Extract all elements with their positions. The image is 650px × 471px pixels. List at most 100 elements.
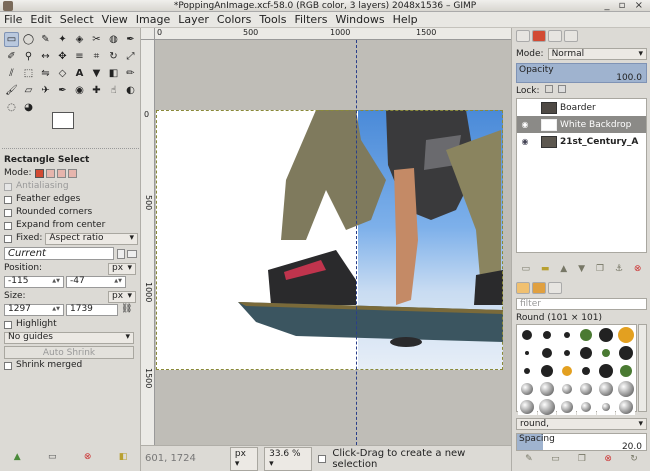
smudge-icon[interactable]: ☝ xyxy=(106,83,121,98)
menu-filters[interactable]: Filters xyxy=(290,12,331,27)
brush-swatch[interactable] xyxy=(616,362,635,379)
rounded-option[interactable]: Rounded corners xyxy=(4,206,138,219)
expand-option[interactable]: Expand from center xyxy=(4,219,138,232)
layer-row-selected[interactable]: ◉ White Backdrop xyxy=(517,116,646,133)
spin-arrows-icon[interactable]: ▲▼ xyxy=(52,303,60,316)
brush-swatch[interactable] xyxy=(576,362,596,379)
anchor-layer-icon[interactable]: ⚓ xyxy=(615,264,623,274)
move-icon[interactable]: ✥ xyxy=(55,49,70,64)
menu-file[interactable]: File xyxy=(0,12,26,27)
menu-windows[interactable]: Windows xyxy=(331,12,388,27)
layer-mode-dropdown[interactable]: Normal ▾ xyxy=(547,48,647,60)
scale-icon[interactable]: ⤢ xyxy=(123,49,138,64)
lower-layer-icon[interactable]: ▼ xyxy=(578,264,585,274)
brush-swatch[interactable] xyxy=(537,344,557,361)
brush-swatch[interactable] xyxy=(557,326,576,343)
tab-channels-icon[interactable] xyxy=(548,30,562,42)
brush-swatch[interactable] xyxy=(616,326,635,343)
highlight-checkbox[interactable] xyxy=(4,320,12,329)
opacity-slider[interactable]: Opacity 100.0 xyxy=(516,63,647,83)
rounded-checkbox[interactable] xyxy=(4,208,12,217)
menu-layer[interactable]: Layer xyxy=(174,12,213,27)
vertical-ruler[interactable]: 0 500 1000 1500 xyxy=(141,40,155,445)
brush-swatch[interactable] xyxy=(616,398,635,415)
delete-options-icon[interactable]: ⊗ xyxy=(84,452,92,466)
zoom-dropdown[interactable]: 33.6 % ▾ xyxy=(264,446,313,471)
foreground-select-icon[interactable]: ◍ xyxy=(106,32,121,47)
size-unit-dropdown[interactable]: px ▾ xyxy=(108,290,136,303)
brush-scrollbar[interactable] xyxy=(638,324,647,412)
cage-icon[interactable]: ◇ xyxy=(55,66,70,81)
menu-edit[interactable]: Edit xyxy=(26,12,55,27)
fixed-dropdown[interactable]: Aspect ratio ▾ xyxy=(45,232,138,245)
paintbrush-icon[interactable]: 🖌 xyxy=(4,83,19,98)
paths-icon[interactable]: ✒ xyxy=(123,32,138,47)
brush-swatch[interactable] xyxy=(537,326,557,343)
visibility-eye-icon[interactable]: ◉ xyxy=(517,120,533,129)
brush-swatch[interactable] xyxy=(537,398,557,415)
ink-icon[interactable]: ✒ xyxy=(55,83,70,98)
auto-shrink-button[interactable]: Auto Shrink xyxy=(4,346,134,359)
crop-icon[interactable]: ⌗ xyxy=(89,49,104,64)
tab-brushes-icon[interactable] xyxy=(516,282,530,294)
new-layer-icon[interactable]: ▭ xyxy=(521,264,530,274)
highlight-option[interactable]: Highlight xyxy=(4,318,138,331)
selection-marquee[interactable] xyxy=(156,110,503,370)
mode-add-icon[interactable] xyxy=(45,169,55,178)
brush-swatch[interactable] xyxy=(518,380,537,397)
position-unit-dropdown[interactable]: px ▾ xyxy=(108,262,136,275)
restore-options-icon[interactable]: ▭ xyxy=(48,452,57,466)
feather-checkbox[interactable] xyxy=(4,195,12,204)
delete-layer-icon[interactable]: ⊗ xyxy=(634,264,642,274)
vertical-guide[interactable] xyxy=(356,40,357,445)
brush-swatch[interactable] xyxy=(518,344,537,361)
brush-swatch[interactable] xyxy=(576,398,596,415)
blend-icon[interactable]: ◧ xyxy=(106,66,121,81)
tab-gradients-icon[interactable] xyxy=(548,282,562,294)
brush-swatch[interactable] xyxy=(537,380,557,397)
menu-image[interactable]: Image xyxy=(132,12,174,27)
brush-swatch[interactable] xyxy=(557,362,576,379)
brush-swatch[interactable] xyxy=(518,362,537,379)
color-icon[interactable]: ◕ xyxy=(21,100,36,115)
size-height-field[interactable]: 1739 xyxy=(66,303,118,316)
new-group-icon[interactable]: ▬ xyxy=(541,264,550,274)
brush-swatch[interactable] xyxy=(576,326,596,343)
rect-select-icon[interactable]: ▭ xyxy=(4,32,19,47)
refresh-brushes-icon[interactable]: ↻ xyxy=(630,454,638,464)
position-x-field[interactable]: -115 ▲▼ xyxy=(4,275,64,288)
guides-dropdown[interactable]: No guides ▾ xyxy=(4,331,134,344)
unit-dropdown[interactable]: px ▾ xyxy=(229,446,259,471)
brush-swatch[interactable] xyxy=(596,398,616,415)
brush-swatch[interactable] xyxy=(557,380,576,397)
ellipse-select-icon[interactable]: ◯ xyxy=(21,32,36,47)
brush-swatch[interactable] xyxy=(616,380,635,397)
menu-select[interactable]: Select xyxy=(56,12,98,27)
duplicate-brush-icon[interactable]: ❐ xyxy=(578,454,586,464)
brush-swatch[interactable] xyxy=(616,344,635,361)
color-picker-icon[interactable]: ✐ xyxy=(4,49,19,64)
pencil-icon[interactable]: ✏ xyxy=(123,66,138,81)
brush-swatch[interactable] xyxy=(557,344,576,361)
eraser-icon[interactable]: ▱ xyxy=(21,83,36,98)
bucket-fill-icon[interactable]: ▼ xyxy=(89,66,104,81)
align-icon[interactable]: ≡ xyxy=(72,49,87,64)
brush-swatch[interactable] xyxy=(537,362,557,379)
new-brush-icon[interactable]: ▭ xyxy=(551,454,560,464)
brush-swatch[interactable] xyxy=(596,362,616,379)
menu-help[interactable]: Help xyxy=(389,12,422,27)
size-width-field[interactable]: 1297 ▲▼ xyxy=(4,303,64,316)
edit-brush-icon[interactable]: ✎ xyxy=(525,454,533,464)
menu-tools[interactable]: Tools xyxy=(255,12,290,27)
shear-icon[interactable]: ⫽ xyxy=(4,66,19,81)
brush-filter-input[interactable]: filter xyxy=(516,298,647,310)
lock-pixels-icon[interactable] xyxy=(545,85,554,93)
visibility-eye-icon[interactable]: ◉ xyxy=(517,137,533,146)
ruler-corner[interactable] xyxy=(141,28,155,40)
rotate-icon[interactable]: ↻ xyxy=(106,49,121,64)
tab-paths-icon[interactable] xyxy=(564,30,578,42)
airbrush-icon[interactable]: ✈ xyxy=(38,83,53,98)
brush-swatch[interactable] xyxy=(596,344,616,361)
shrink-merged-option[interactable]: Shrink merged xyxy=(4,359,138,372)
by-color-select-icon[interactable]: ◈ xyxy=(72,32,87,47)
